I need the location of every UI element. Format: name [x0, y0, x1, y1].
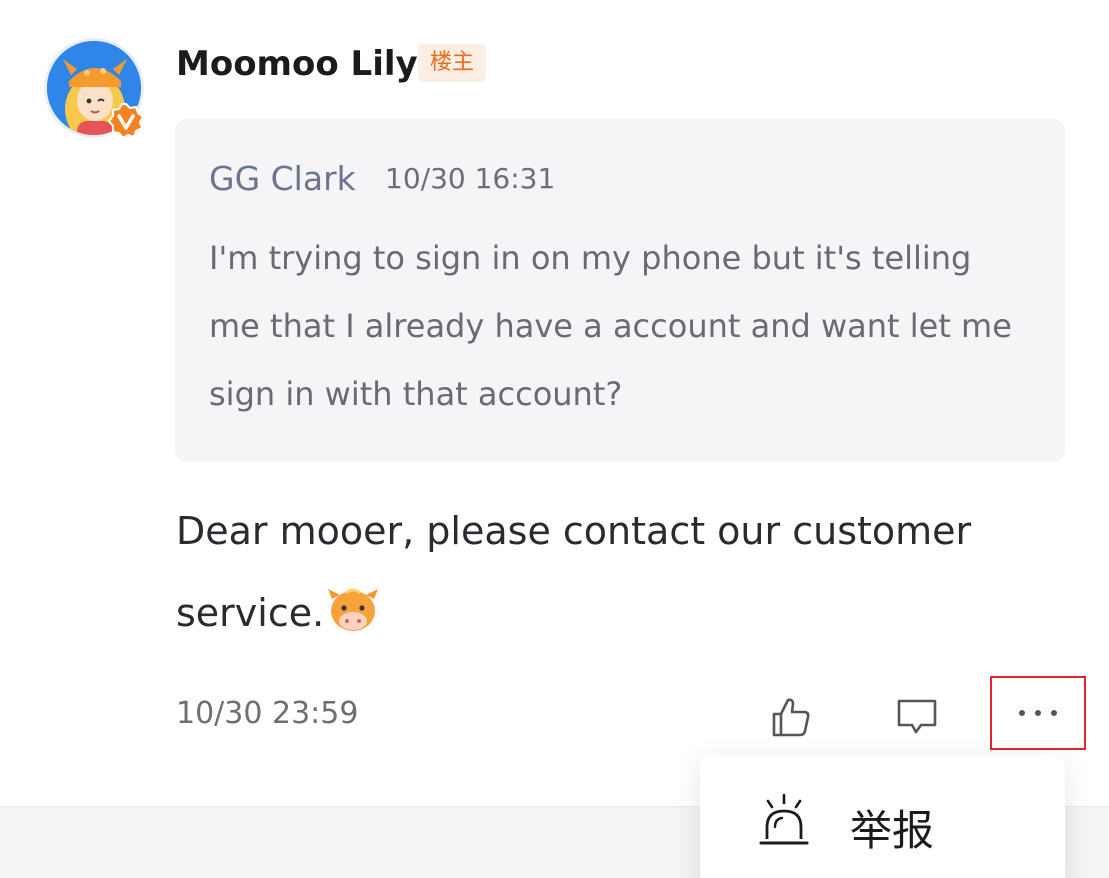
author-avatar[interactable] — [44, 38, 145, 140]
quote-timestamp: 10/30 16:31 — [385, 162, 556, 195]
thumbs-up-icon — [772, 698, 810, 737]
alarm-siren-icon — [759, 793, 809, 845]
menu-item-report[interactable]: 举报 — [700, 755, 1065, 875]
more-dot — [1035, 710, 1041, 716]
author-name[interactable]: Moomoo Lily — [176, 38, 418, 90]
like-button[interactable] — [766, 692, 816, 742]
reply-text: Dear mooer, please contact our customer … — [176, 509, 972, 635]
reply-timestamp: 10/30 23:59 — [176, 696, 359, 731]
quote-author-name[interactable]: GG Clark — [209, 159, 356, 198]
more-options-menu: 举报 — [700, 755, 1065, 878]
comment-button[interactable] — [892, 692, 942, 742]
reply-body: Dear mooer, please contact our customer … — [176, 490, 1036, 654]
menu-item-report-label: 举报 — [850, 806, 935, 855]
more-dots-icon — [1019, 710, 1025, 716]
more-options-button[interactable] — [990, 676, 1086, 750]
verified-badge-icon — [107, 103, 145, 140]
quoted-comment[interactable]: GG Clark 10/30 16:31 I'm trying to sign … — [175, 119, 1065, 462]
post-detail-page: Moomoo Lily 楼主 GG Clark 10/30 16:31 I'm … — [0, 0, 1109, 878]
more-dot — [1051, 710, 1057, 716]
quote-text: I'm trying to sign in on my phone but it… — [209, 239, 1012, 413]
op-badge: 楼主 — [418, 44, 486, 82]
comment-bubble-icon — [897, 699, 937, 734]
cow-emoji-icon — [328, 588, 379, 631]
